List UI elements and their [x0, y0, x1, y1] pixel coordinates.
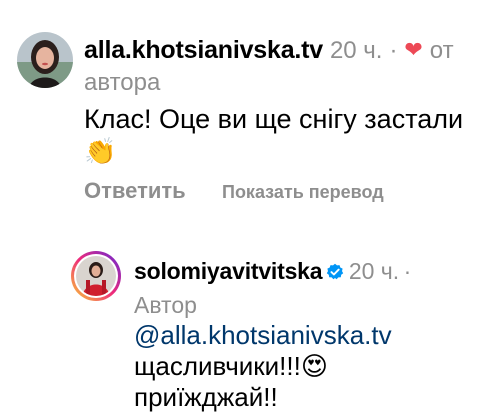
show-translation-button[interactable]: Показать перевод	[222, 182, 384, 203]
comment-time: 20 ч.	[329, 37, 383, 64]
author-username[interactable]: solomiyavitvitska	[134, 258, 323, 284]
mention-link[interactable]: @alla.khotsianivska.tv	[134, 320, 494, 351]
comment-text: Клас! Оце ви ще снігу застали	[84, 104, 464, 134]
clapping-hands-icon: 👏	[84, 136, 117, 166]
reply-time: 20 ч.	[348, 258, 400, 284]
verified-badge-icon	[326, 261, 344, 280]
reply-text-line: приїжджай!!	[134, 382, 278, 412]
heart-icon: ❤	[404, 37, 423, 62]
comment-text-block: Клас! Оце ви ще снігу застали 👏	[84, 103, 494, 167]
commenter-avatar[interactable]	[17, 32, 73, 88]
reply-text-line: щасливчики!!!	[134, 351, 301, 381]
separator-dot: ·	[389, 37, 398, 64]
author-avatar[interactable]	[70, 250, 122, 302]
reply-header: solomiyavitvitska 20 ч. · Автор	[134, 256, 484, 321]
by-author-label-cont: автора	[84, 69, 161, 96]
reply-text-block: @alla.khotsianivska.tv щасливчики!!!😍 пр…	[134, 320, 494, 413]
heart-eyes-icon: 😍	[300, 351, 328, 381]
author-badge-label: Автор	[134, 292, 197, 318]
by-author-label: от	[429, 37, 454, 64]
separator-dot: ·	[403, 258, 412, 284]
reply-button[interactable]: Ответить	[84, 178, 186, 204]
comment-header: alla.khotsianivska.tv 20 ч. · ❤ от автор…	[84, 34, 484, 99]
commenter-username[interactable]: alla.khotsianivska.tv	[84, 36, 323, 64]
